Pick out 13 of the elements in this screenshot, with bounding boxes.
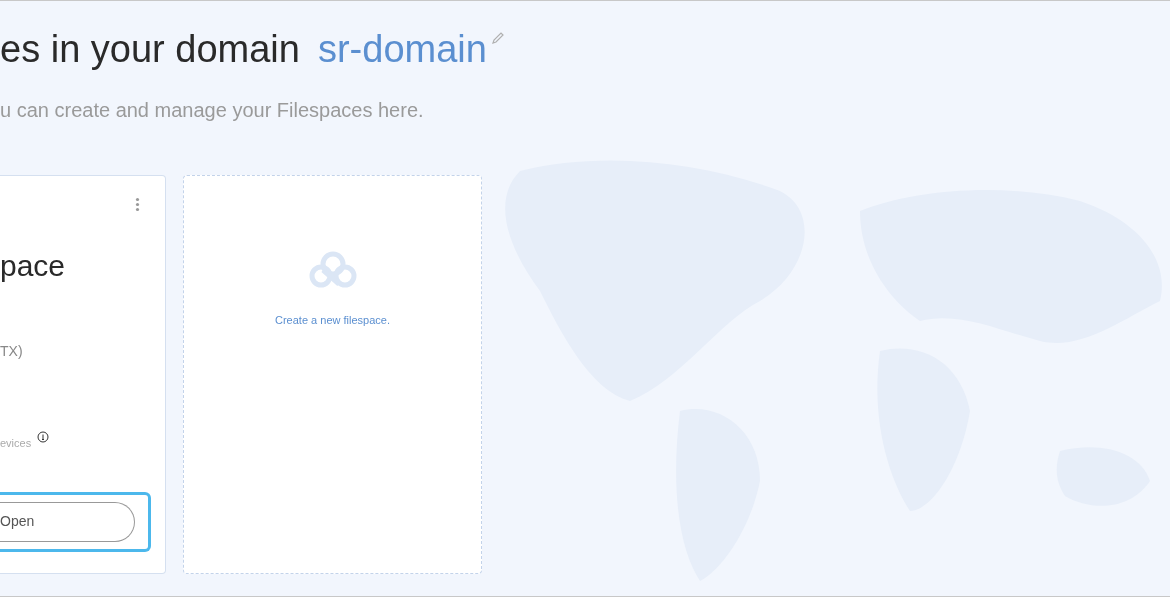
filespace-name: pace: [0, 248, 66, 284]
cloud-logo-icon: [308, 250, 357, 290]
domain-name: sr-domain: [317, 27, 487, 72]
new-filespace-card[interactable]: Create a new filespace.: [183, 175, 482, 574]
open-button[interactable]: Open: [0, 501, 135, 542]
pencil-icon[interactable]: [490, 31, 505, 45]
more-options-icon[interactable]: [135, 197, 140, 212]
page-subtitle: u can create and manage your Filespaces here.: [0, 98, 424, 123]
info-icon[interactable]: [37, 431, 50, 443]
page-title: es in your domain: [0, 27, 300, 72]
create-filespace-link[interactable]: Create a new filespace.: [275, 312, 390, 329]
filespace-location: TX): [0, 342, 23, 361]
devices-label: evices: [0, 436, 32, 451]
